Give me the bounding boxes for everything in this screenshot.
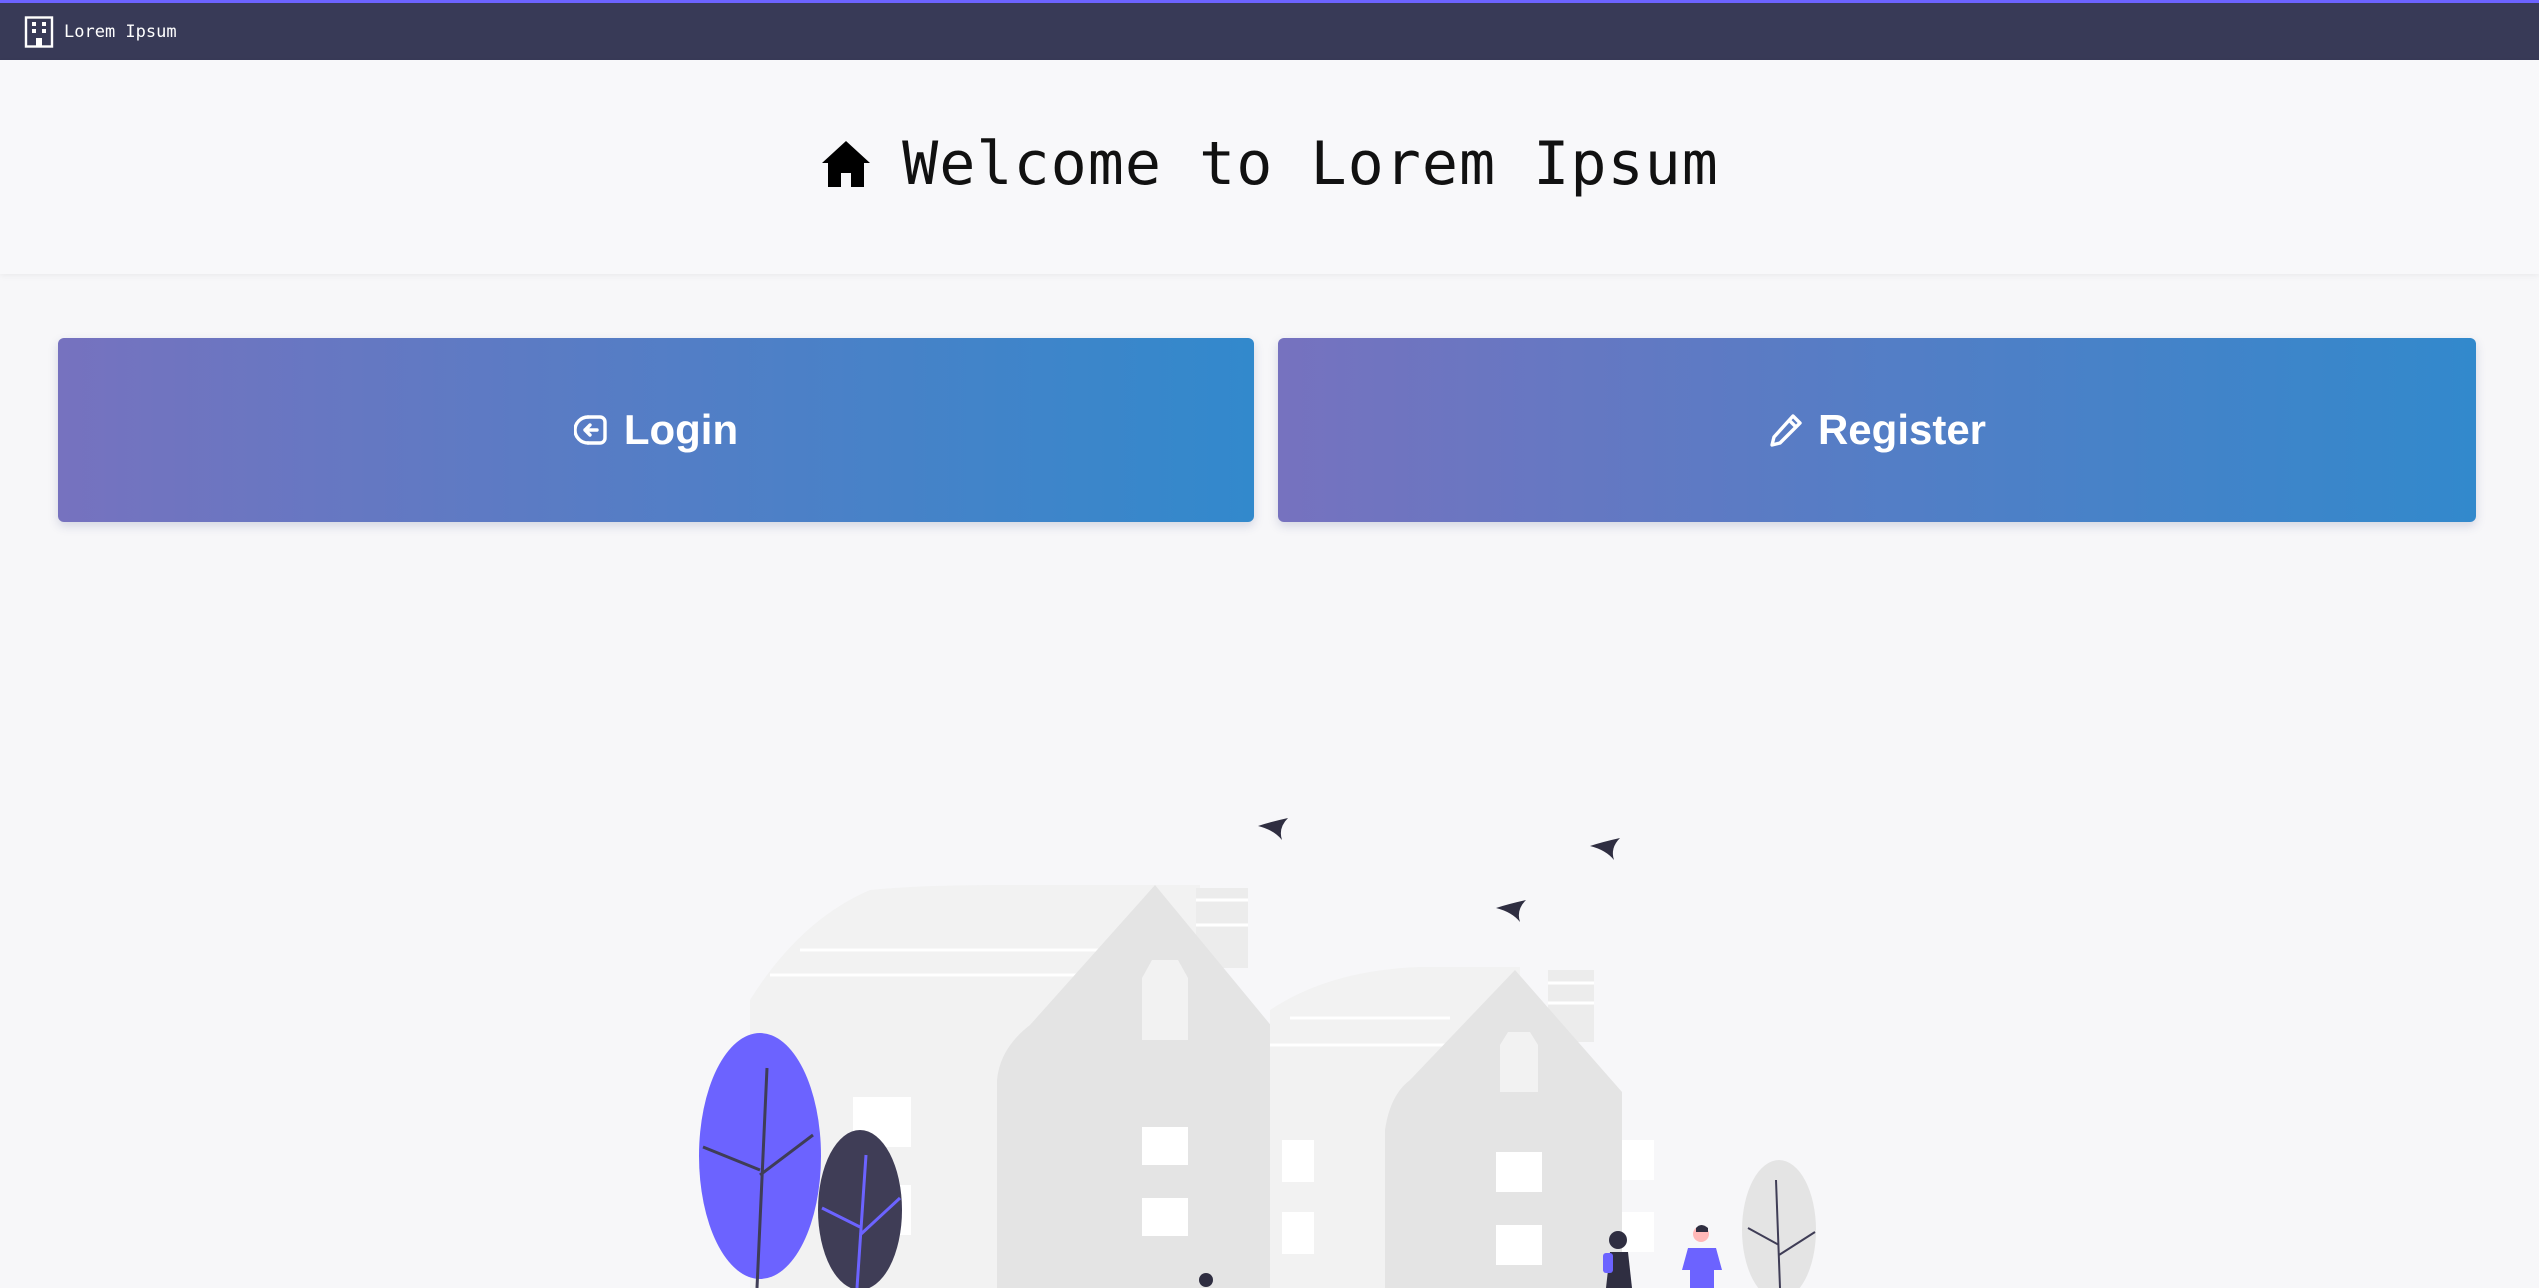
brand-link[interactable]: Lorem Ipsum bbox=[24, 15, 177, 48]
top-navbar: Lorem Ipsum bbox=[0, 0, 2539, 60]
person-man bbox=[1682, 1225, 1722, 1288]
tree-grey bbox=[1742, 1160, 1816, 1288]
house-right bbox=[1385, 970, 1622, 1288]
back-building-right bbox=[1270, 967, 1520, 1288]
login-button-label: Login bbox=[623, 406, 739, 453]
building-icon bbox=[24, 15, 54, 48]
hero-heading: Welcome to Lorem Ipsum bbox=[820, 129, 1719, 199]
person-small bbox=[1199, 1273, 1213, 1287]
back-building-left bbox=[750, 885, 1200, 1288]
register-button-label: Register bbox=[1817, 406, 1987, 453]
bird bbox=[1590, 838, 1620, 860]
hero-section: Welcome to Lorem Ipsum bbox=[0, 60, 2539, 274]
page-title: Welcome to Lorem Ipsum bbox=[902, 129, 1719, 199]
tree-dark bbox=[818, 1130, 902, 1288]
register-button[interactable]: Register bbox=[1278, 338, 2476, 522]
tree-purple bbox=[699, 1033, 821, 1279]
person-woman bbox=[1603, 1231, 1632, 1288]
home-icon bbox=[822, 141, 871, 187]
bird bbox=[1258, 818, 1288, 840]
bird bbox=[1496, 900, 1526, 922]
sign-in-icon bbox=[573, 415, 607, 445]
pencil-icon bbox=[1770, 414, 1802, 447]
login-button[interactable]: Login bbox=[58, 338, 1254, 522]
house-left bbox=[997, 885, 1283, 1288]
brand-name: Lorem Ipsum bbox=[64, 21, 177, 42]
